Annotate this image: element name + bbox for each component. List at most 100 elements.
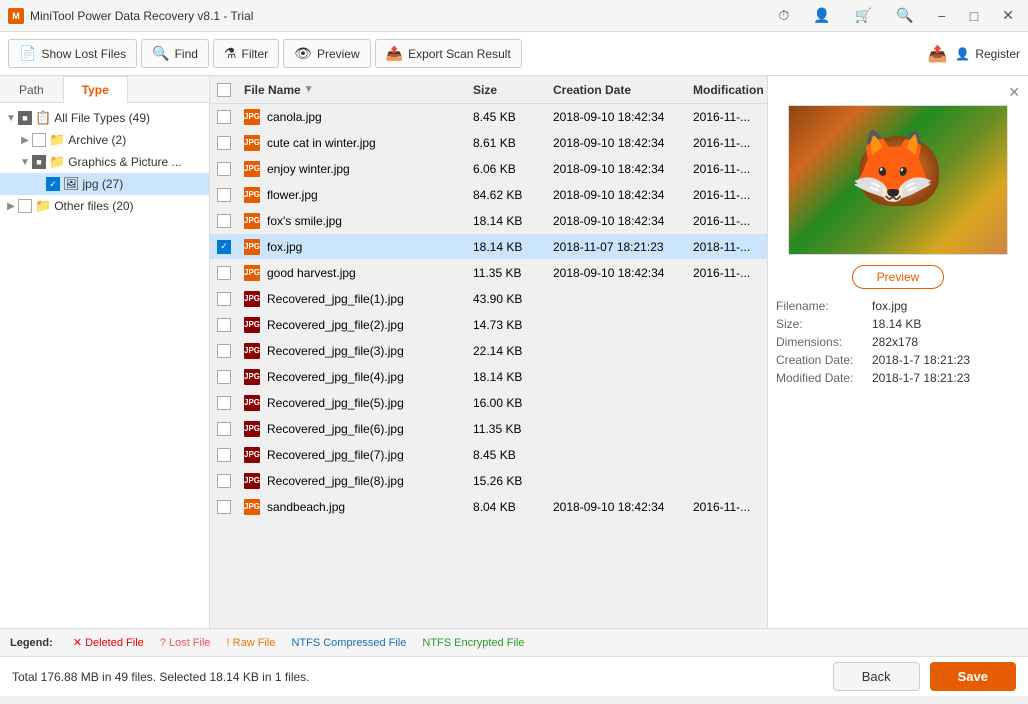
row-filename-cell: JPG Recovered_jpg_file(5).jpg [238, 395, 467, 411]
register-label: Register [975, 47, 1020, 61]
row-checkbox[interactable] [217, 188, 231, 202]
table-row[interactable]: JPG sandbeach.jpg 8.04 KB 2018-09-10 18:… [210, 494, 767, 520]
row-checkbox[interactable]: ✓ [217, 240, 231, 254]
app-icon: M [8, 8, 24, 24]
file-mod: 2016-11-... [693, 500, 750, 514]
row-filename-cell: JPG Recovered_jpg_file(2).jpg [238, 317, 467, 333]
select-all-checkbox[interactable] [217, 83, 231, 97]
preview-action-button[interactable]: Preview [852, 265, 945, 289]
row-checkbox[interactable] [217, 500, 231, 514]
tab-type[interactable]: Type [63, 76, 128, 103]
file-name: fox's smile.jpg [267, 214, 342, 228]
expand-icon[interactable]: ▼ [18, 157, 32, 168]
modified-date-value: 2018-1-7 18:21:23 [872, 371, 970, 385]
export-scan-result-button[interactable]: 📤 Export Scan Result [375, 39, 522, 68]
table-row[interactable]: JPG Recovered_jpg_file(2).jpg 14.73 KB [210, 312, 767, 338]
tree-check[interactable]: ■ [18, 111, 32, 125]
maximize-button[interactable]: □ [964, 6, 984, 26]
row-check-cell [210, 188, 238, 202]
row-checkbox[interactable] [217, 474, 231, 488]
tree-area[interactable]: ▼ ■ 📋 All File Types (49) ▶ 📁 Archive (2… [0, 103, 209, 628]
ntfs-enc-label: NTFS Encrypted File [422, 637, 524, 649]
table-row[interactable]: JPG Recovered_jpg_file(1).jpg 43.90 KB [210, 286, 767, 312]
show-lost-files-button[interactable]: 📄 Show Lost Files [8, 39, 137, 68]
help-icon[interactable]: ⏱ [772, 5, 795, 26]
table-row[interactable]: JPG enjoy winter.jpg 6.06 KB 2018-09-10 … [210, 156, 767, 182]
row-checkbox[interactable] [217, 162, 231, 176]
expand-icon[interactable]: ▶ [4, 201, 18, 212]
table-row[interactable]: JPG Recovered_jpg_file(7).jpg 8.45 KB [210, 442, 767, 468]
file-name: Recovered_jpg_file(5).jpg [267, 396, 404, 410]
header-size: Size [467, 83, 547, 97]
tab-path[interactable]: Path [0, 76, 63, 103]
close-button[interactable]: ✕ [996, 5, 1020, 26]
expand-icon[interactable]: ▶ [18, 135, 32, 146]
row-checkbox[interactable] [217, 344, 231, 358]
register-button[interactable]: 👤 Register [955, 47, 1020, 61]
tree-item-jpg[interactable]: ✓ 🖼 jpg (27) [0, 173, 209, 195]
toolbar: 📄 Show Lost Files 🔍 Find ⚗ Filter 👁 Prev… [0, 32, 1028, 76]
file-table-body: JPG canola.jpg 8.45 KB 2018-09-10 18:42:… [210, 104, 767, 628]
minimize-button[interactable]: − [932, 6, 952, 26]
row-filename-cell: JPG flower.jpg [238, 187, 467, 203]
tree-check[interactable]: ■ [32, 155, 46, 169]
row-checkbox[interactable] [217, 396, 231, 410]
file-size: 15.26 KB [473, 474, 522, 488]
back-button[interactable]: Back [833, 662, 920, 691]
root-icon: 📋 [35, 110, 51, 126]
row-checkbox[interactable] [217, 110, 231, 124]
file-icon: JPG [244, 343, 260, 359]
tree-item-root[interactable]: ▼ ■ 📋 All File Types (49) [0, 107, 209, 129]
header-filename-label: File Name [244, 83, 301, 97]
preview-icon: 👁 [294, 45, 312, 62]
row-checkbox[interactable] [217, 266, 231, 280]
preview-info: Filename: fox.jpg Size: 18.14 KB Dimensi… [776, 299, 1020, 389]
table-row[interactable]: ✓ JPG fox.jpg 18.14 KB 2018-11-07 18:21:… [210, 234, 767, 260]
table-row[interactable]: JPG canola.jpg 8.45 KB 2018-09-10 18:42:… [210, 104, 767, 130]
table-row[interactable]: JPG fox's smile.jpg 18.14 KB 2018-09-10 … [210, 208, 767, 234]
row-checkbox[interactable] [217, 292, 231, 306]
row-checkbox[interactable] [217, 448, 231, 462]
save-button[interactable]: Save [930, 662, 1016, 691]
filetype-icon: 🖼 [63, 176, 80, 192]
row-checkbox[interactable] [217, 136, 231, 150]
register-icon: 👤 [955, 47, 970, 61]
expand-icon[interactable]: ▼ [4, 113, 18, 124]
filter-button[interactable]: ⚗ Filter [213, 39, 279, 68]
row-filename-cell: JPG enjoy winter.jpg [238, 161, 467, 177]
table-row[interactable]: JPG flower.jpg 84.62 KB 2018-09-10 18:42… [210, 182, 767, 208]
share-button[interactable]: 📤 [927, 44, 947, 64]
tree-item-other[interactable]: ▶ 📁 Other files (20) [0, 195, 209, 217]
file-mod: 2016-11-... [693, 110, 750, 124]
tree-item-graphics[interactable]: ▼ ■ 📁 Graphics & Picture ... [0, 151, 209, 173]
search-icon[interactable]: 🔍 [890, 5, 919, 26]
tree-check[interactable] [32, 133, 46, 147]
table-row[interactable]: JPG Recovered_jpg_file(5).jpg 16.00 KB [210, 390, 767, 416]
row-date-cell: 2018-09-10 18:42:34 [547, 214, 687, 228]
table-row[interactable]: JPG Recovered_jpg_file(4).jpg 18.14 KB [210, 364, 767, 390]
row-date-cell: 2018-09-10 18:42:34 [547, 500, 687, 514]
row-mod-cell: 2016-11-... [687, 110, 767, 124]
table-row[interactable]: JPG Recovered_jpg_file(8).jpg 15.26 KB [210, 468, 767, 494]
row-checkbox[interactable] [217, 370, 231, 384]
tree-check[interactable] [18, 199, 32, 213]
row-checkbox[interactable] [217, 214, 231, 228]
table-row[interactable]: JPG Recovered_jpg_file(3).jpg 22.14 KB [210, 338, 767, 364]
update-icon[interactable]: 👤 [807, 5, 836, 26]
row-size-cell: 18.14 KB [467, 214, 547, 228]
table-row[interactable]: JPG cute cat in winter.jpg 8.61 KB 2018-… [210, 130, 767, 156]
file-name: good harvest.jpg [267, 266, 356, 280]
preview-close-button[interactable]: ✕ [1008, 84, 1020, 101]
tree-item-archive[interactable]: ▶ 📁 Archive (2) [0, 129, 209, 151]
preview-button[interactable]: 👁 Preview [283, 39, 370, 68]
row-checkbox[interactable] [217, 422, 231, 436]
file-icon: JPG [244, 421, 260, 437]
row-filename-cell: JPG cute cat in winter.jpg [238, 135, 467, 151]
find-button[interactable]: 🔍 Find [141, 39, 209, 68]
table-row[interactable]: JPG good harvest.jpg 11.35 KB 2018-09-10… [210, 260, 767, 286]
file-name: Recovered_jpg_file(1).jpg [267, 292, 404, 306]
tree-check[interactable]: ✓ [46, 177, 60, 191]
table-row[interactable]: JPG Recovered_jpg_file(6).jpg 11.35 KB [210, 416, 767, 442]
row-checkbox[interactable] [217, 318, 231, 332]
cart-icon[interactable]: 🛒 [849, 5, 878, 26]
